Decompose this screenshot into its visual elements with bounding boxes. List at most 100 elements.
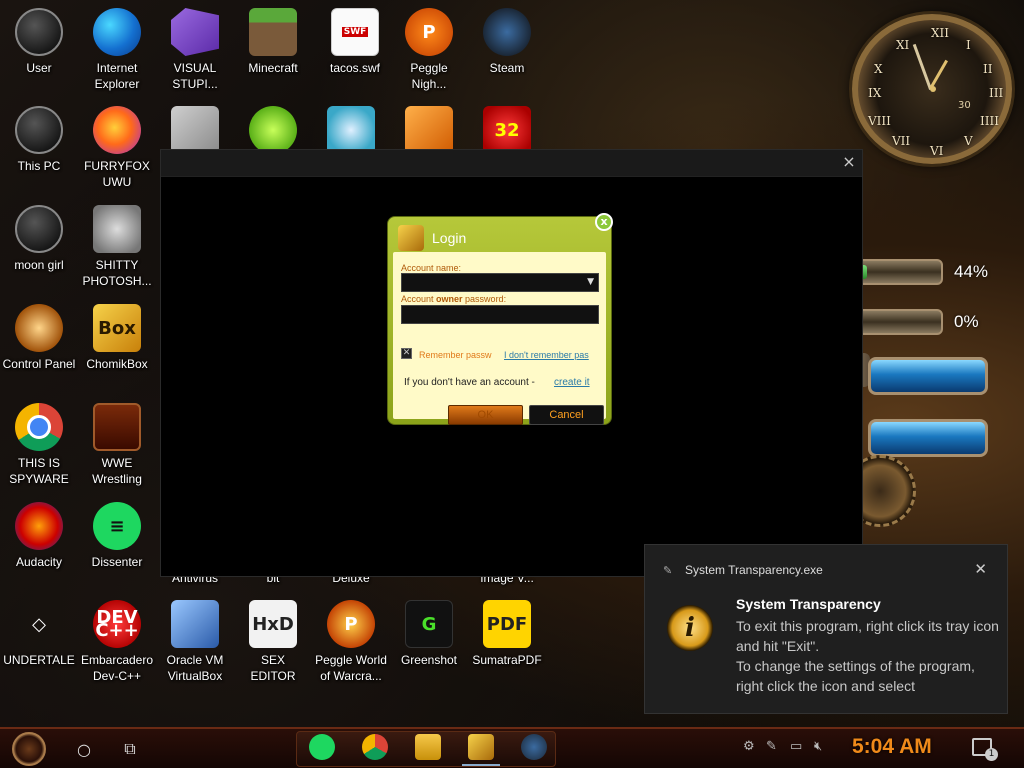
desktop-icon-dev-cpp[interactable]: DEV C++ Embarcadero Dev-C++ — [78, 600, 156, 684]
icon-label: Internet Explorer — [94, 61, 140, 91]
pdf-badge: PDF — [486, 613, 528, 635]
desktop-icon-steam[interactable]: Steam — [468, 8, 546, 76]
chevron-down-icon: ▼ — [587, 277, 594, 287]
notification-toast[interactable]: ✎ System Transparency.exe ✕ i System Tra… — [644, 544, 1008, 714]
action-center-icon[interactable]: 1 — [972, 738, 998, 761]
desktop-icon-greenshot[interactable]: G Greenshot — [390, 600, 468, 668]
desktop-icon-internet-explorer[interactable]: Internet Explorer — [78, 8, 156, 92]
clock-gadget: XII I II III IIII V VI VII VIII IX X XI … — [852, 14, 1012, 164]
no-account-text: If you don't have an account - — [404, 377, 535, 388]
notification-count-badge: 1 — [985, 748, 998, 761]
desktop-icon-minecraft[interactable]: Minecraft — [234, 8, 312, 76]
clock-numeral: II — [983, 62, 993, 76]
edge-icon — [93, 8, 141, 56]
system-tray-icon[interactable]: ⚙ — [743, 739, 755, 754]
clock-center — [930, 86, 936, 92]
desktop-icon-moon-girl[interactable]: moon girl — [0, 205, 78, 273]
clock-subdial: 30 — [958, 100, 971, 111]
ok-button[interactable]: OK — [448, 405, 523, 425]
info-icon: i — [667, 605, 713, 651]
account-name-dropdown[interactable]: ▼ — [401, 273, 599, 292]
taskbar-dissenter-icon[interactable] — [309, 734, 335, 760]
flash-file-icon: SWF — [331, 8, 379, 56]
clock-time[interactable]: 5:04 AM — [852, 735, 932, 759]
create-account-link[interactable]: create it — [554, 377, 590, 388]
taskbar-chomikbox-icon[interactable] — [462, 734, 500, 766]
desktop-icon-virtualbox[interactable]: Oracle VM VirtualBox — [156, 600, 234, 684]
peggle-world-icon: P — [327, 600, 375, 648]
icon-label: Greenshot — [400, 653, 458, 667]
icon-label: Peggle Nigh... — [410, 61, 448, 91]
window-titlebar — [161, 150, 862, 177]
search-icon[interactable]: ○ — [70, 735, 98, 763]
label-part-bold: owner — [436, 294, 463, 304]
owner-password-field[interactable] — [401, 305, 599, 324]
icon-label: Dissenter — [91, 555, 143, 569]
game-ball-icon — [327, 106, 375, 154]
window-close-button[interactable]: × — [838, 152, 860, 172]
peggle-icon: P — [405, 8, 453, 56]
taskbar-steam-icon[interactable] — [521, 734, 547, 760]
taskbar-file-explorer-icon[interactable] — [415, 734, 441, 760]
desktop-icon-undertale[interactable]: ◇ UNDERTALE — [0, 600, 78, 668]
desktop-icon-sumatrapdf[interactable]: PDF SumatraPDF — [468, 600, 546, 668]
audacity-icon — [15, 502, 63, 550]
icon-label: UNDERTALE — [3, 653, 75, 667]
icon-label: SEX EDITOR — [250, 653, 296, 683]
login-close-button[interactable]: x — [595, 213, 613, 231]
icon-label: tacos.swf — [329, 61, 380, 75]
taskbar: ○ ⧉ ⚙ ✎ ▭ 🔇︎ 5:04 AM 1 — [0, 727, 1024, 768]
login-title: Login — [432, 230, 467, 246]
desktop-icon-this-pc[interactable]: This PC — [0, 106, 78, 174]
icon-label: User — [26, 61, 52, 75]
desktop-icon-tacos-swf[interactable]: SWF tacos.swf — [316, 8, 394, 76]
greenshot-icon: G — [405, 600, 453, 648]
gimp-icon — [93, 205, 141, 253]
icon-label: Audacity — [15, 555, 63, 569]
desktop-icon-wwe[interactable]: WWE Wrestling — [78, 403, 156, 487]
volume-mute-icon[interactable]: 🔇︎ — [814, 739, 822, 754]
desktop-icon-peggle-world[interactable]: P Peggle World of Warcra... — [312, 600, 390, 684]
puzzle-icon: 32 — [483, 106, 531, 154]
desktop-icon-control-panel[interactable]: Control Panel — [0, 304, 78, 372]
desktop-icon-hxd[interactable]: HxD SEX EDITOR — [234, 600, 312, 684]
desktop-icon-chomikbox[interactable]: Box ChomikBox — [78, 304, 156, 372]
chomikbox-icon: Box — [93, 304, 141, 352]
desktop-icon-user[interactable]: User — [0, 8, 78, 76]
hour-hand — [929, 59, 948, 89]
window-stack-icon — [171, 106, 219, 154]
network-icon[interactable]: ▭ — [790, 739, 802, 754]
account-name-label: Account name: — [401, 263, 462, 273]
chomikbox-logo-icon — [398, 225, 424, 251]
limewire-icon — [249, 106, 297, 154]
taskbar-chrome-icon[interactable] — [362, 734, 388, 760]
cancel-button[interactable]: Cancel — [529, 405, 604, 425]
task-view-icon[interactable]: ⧉ — [116, 735, 144, 763]
icon-label: ChomikBox — [86, 357, 148, 371]
desktop-icon-gimp[interactable]: SHITTY PHOTOSH... — [78, 205, 156, 289]
wwe-icon — [93, 403, 141, 451]
desktop-icon-chrome[interactable]: THIS IS SPYWARE — [0, 403, 78, 487]
owner-password-label: Account owner password: — [401, 294, 506, 304]
virtualbox-icon — [171, 600, 219, 648]
dev-cpp-icon: DEV C++ — [93, 600, 141, 648]
clock-numeral: XI — [896, 38, 910, 52]
steam-icon — [483, 8, 531, 56]
hxd-icon: HxD — [249, 600, 297, 648]
icon-label: Minecraft — [248, 61, 298, 75]
login-header: Login — [398, 223, 466, 253]
icon-label: WWE Wrestling — [92, 456, 142, 486]
desktop-icon-audacity[interactable]: Audacity — [0, 502, 78, 570]
pen-tray-icon[interactable]: ✎ — [766, 739, 777, 754]
desktop-icon-firefox[interactable]: FURRYFOX UWU — [78, 106, 156, 190]
start-button[interactable] — [12, 732, 46, 766]
unity-icon: ◇ — [32, 613, 46, 635]
clock-numeral: VIII — [868, 114, 891, 128]
desktop-icon-dissenter[interactable]: ≡ Dissenter — [78, 502, 156, 570]
desktop-icon-peggle-nights[interactable]: P Peggle Nigh... — [390, 8, 468, 92]
toast-close-button[interactable]: ✕ — [974, 560, 987, 578]
forgot-password-link[interactable]: I don't remember pas — [504, 350, 602, 360]
desktop-icon-visual-studio[interactable]: VISUAL STUPI... — [156, 8, 234, 92]
remember-checkbox[interactable]: ✕ — [401, 348, 412, 359]
user-icon — [15, 8, 63, 56]
